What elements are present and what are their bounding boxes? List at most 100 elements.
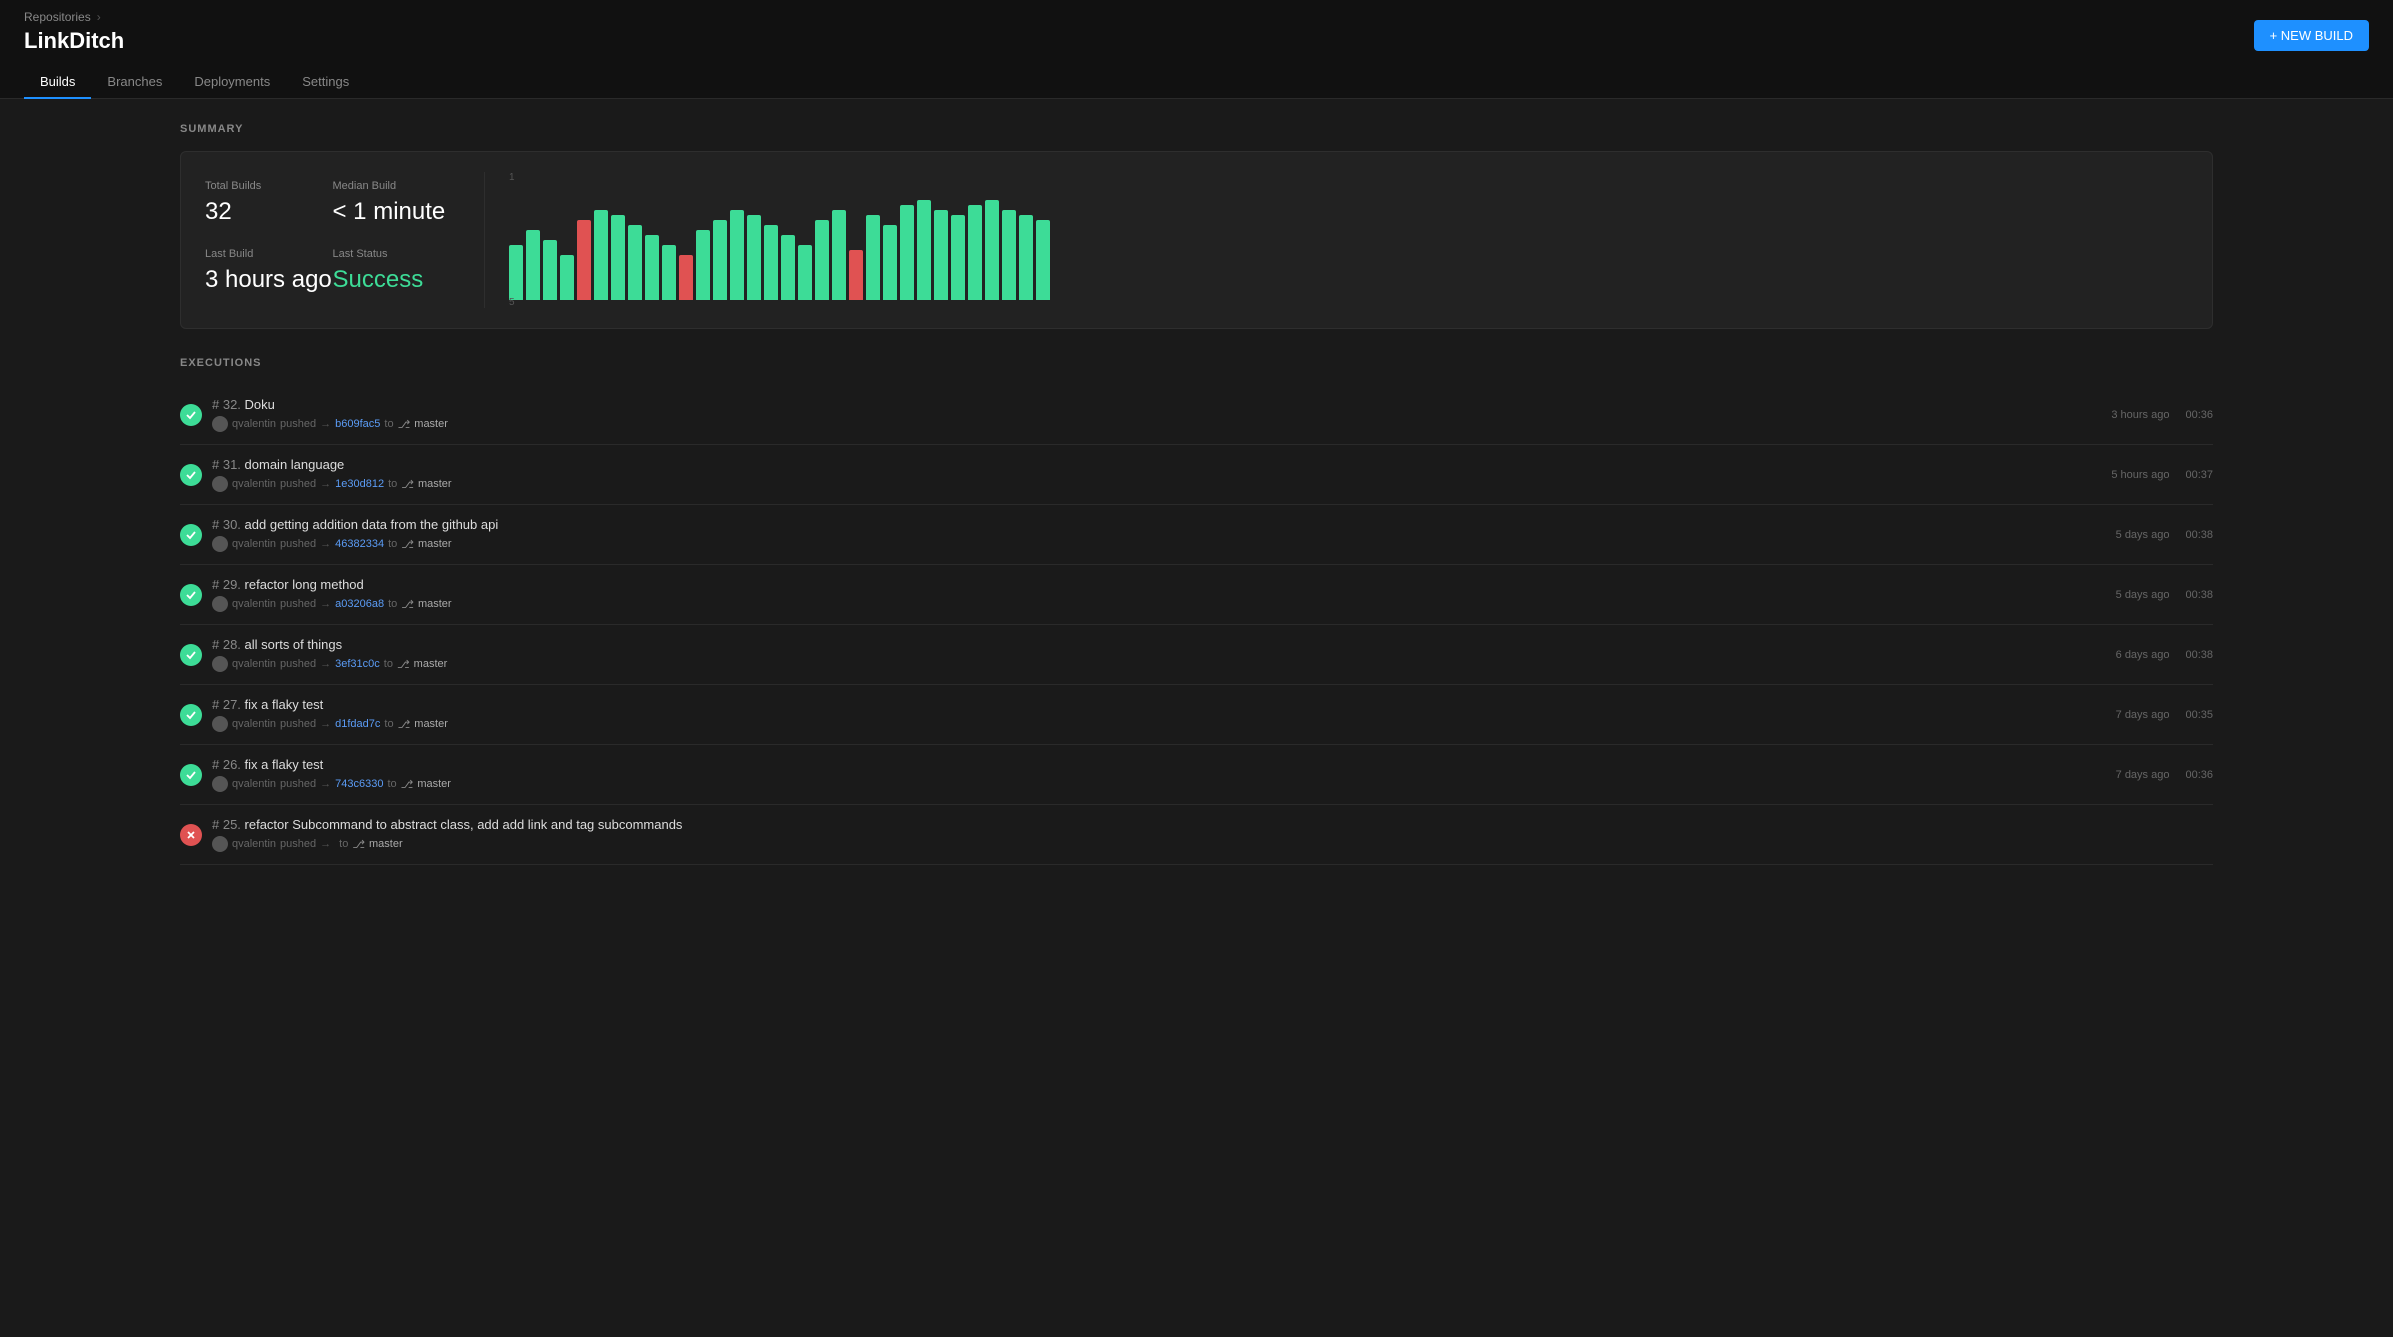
action-label: pushed [280, 778, 316, 790]
branch-icon: ⎇ [401, 478, 414, 491]
relative-time: 5 hours ago [2111, 469, 2169, 481]
action-label: pushed [280, 658, 316, 670]
execution-info: # 25. refactor Subcommand to abstract cl… [212, 817, 2213, 852]
user-name: qvalentin [232, 658, 276, 670]
status-icon-success [180, 464, 202, 486]
chart-bar-28 [985, 180, 999, 300]
execution-item-5[interactable]: # 28. all sorts of things qvalentin push… [180, 625, 2213, 685]
commit-hash: 743c6330 [335, 778, 383, 790]
to-label: to [388, 538, 397, 550]
build-num: # 28. [212, 637, 241, 652]
status-icon-success [180, 644, 202, 666]
median-build-cell: Median Build < 1 minute [333, 172, 461, 240]
relative-time: 7 days ago [2116, 709, 2170, 721]
tab-builds[interactable]: Builds [24, 66, 91, 99]
branch-name: master [414, 418, 448, 430]
arrow-icon: → [320, 838, 331, 850]
summary-stats: Total Builds 32 Median Build < 1 minute … [205, 172, 485, 308]
branch-name: master [418, 478, 452, 490]
tab-branches[interactable]: Branches [91, 66, 178, 99]
branch-icon: ⎇ [398, 418, 411, 431]
execution-info: # 26. fix a flaky test qvalentin pushed … [212, 757, 2116, 792]
chart-bar-1 [526, 180, 540, 300]
status-icon-success [180, 584, 202, 606]
execution-meta: qvalentin pushed → 743c6330 to ⎇ master [212, 776, 2116, 792]
commit-hash: 1e30d812 [335, 478, 384, 490]
execution-title: # 30. add getting addition data from the… [212, 517, 2116, 532]
execution-title: # 31. domain language [212, 457, 2111, 472]
chart-bar-25 [934, 180, 948, 300]
breadcrumb-chevron: › [97, 10, 101, 24]
execution-item-7[interactable]: # 26. fix a flaky test qvalentin pushed … [180, 745, 2213, 805]
chart-bar-18 [815, 180, 829, 300]
execution-info: # 27. fix a flaky test qvalentin pushed … [212, 697, 2116, 732]
build-num: # 31. [212, 457, 241, 472]
chart-axis-top: 1 [509, 172, 515, 183]
duration: 00:36 [2185, 769, 2213, 781]
duration: 00:38 [2185, 649, 2213, 661]
execution-item-1[interactable]: # 32. Doku qvalentin pushed → b609fac5 t… [180, 385, 2213, 445]
user-name: qvalentin [232, 418, 276, 430]
duration: 00:37 [2185, 469, 2213, 481]
status-icon-success [180, 704, 202, 726]
breadcrumb-repositories[interactable]: Repositories [24, 10, 91, 24]
arrow-icon: → [320, 658, 331, 670]
executions-section: EXECUTIONS # 32. Doku qvalentin pushed →… [180, 357, 2213, 865]
user-name: qvalentin [232, 598, 276, 610]
avatar [212, 836, 228, 852]
execution-meta: qvalentin pushed → a03206a8 to ⎇ master [212, 596, 2116, 612]
avatar [212, 596, 228, 612]
status-icon-success [180, 764, 202, 786]
execution-info: # 28. all sorts of things qvalentin push… [212, 637, 2116, 672]
last-status-cell: Last Status Success [333, 240, 461, 308]
branch-icon: ⎇ [352, 838, 365, 851]
main-content: SUMMARY Total Builds 32 Median Build < 1… [0, 99, 2393, 889]
branch-icon: ⎇ [401, 538, 414, 551]
action-label: pushed [280, 538, 316, 550]
execution-title: # 25. refactor Subcommand to abstract cl… [212, 817, 2213, 832]
action-label: pushed [280, 838, 316, 850]
breadcrumb: Repositories › [24, 10, 2369, 24]
build-num: # 30. [212, 517, 241, 532]
execution-item-3[interactable]: # 30. add getting addition data from the… [180, 505, 2213, 565]
execution-item-8[interactable]: # 25. refactor Subcommand to abstract cl… [180, 805, 2213, 865]
commit-hash: 3ef31c0c [335, 658, 380, 670]
chart-bar-21 [866, 180, 880, 300]
chart-bar-30 [1019, 180, 1033, 300]
summary-card: Total Builds 32 Median Build < 1 minute … [180, 151, 2213, 329]
execution-item-2[interactable]: # 31. domain language qvalentin pushed →… [180, 445, 2213, 505]
chart-bar-16 [781, 180, 795, 300]
last-build-value: 3 hours ago [205, 266, 333, 294]
chart-bar-23 [900, 180, 914, 300]
commit-hash: a03206a8 [335, 598, 384, 610]
tab-settings[interactable]: Settings [286, 66, 365, 99]
execution-item-6[interactable]: # 27. fix a flaky test qvalentin pushed … [180, 685, 2213, 745]
new-build-button[interactable]: + NEW BUILD [2254, 20, 2369, 51]
branch-name: master [414, 658, 448, 670]
action-label: pushed [280, 598, 316, 610]
execution-time: 6 days ago00:38 [2116, 649, 2213, 661]
action-label: pushed [280, 478, 316, 490]
execution-item-4[interactable]: # 29. refactor long method qvalentin pus… [180, 565, 2213, 625]
execution-title: # 32. Doku [212, 397, 2111, 412]
to-label: to [388, 478, 397, 490]
chart-bar-5 [594, 180, 608, 300]
header: Repositories › LinkDitch Builds Branches… [0, 0, 2393, 99]
to-label: to [384, 658, 393, 670]
chart-bar-7 [628, 180, 642, 300]
duration: 00:38 [2185, 589, 2213, 601]
branch-icon: ⎇ [401, 778, 414, 791]
execution-time: 5 days ago 00:38 [2116, 589, 2213, 601]
execution-time: 5 days ago00:38 [2116, 529, 2213, 541]
execution-meta: qvalentin pushed → to ⎇ master [212, 836, 2213, 852]
build-num: # 32. [212, 397, 241, 412]
tab-deployments[interactable]: Deployments [178, 66, 286, 99]
execution-info: # 32. Doku qvalentin pushed → b609fac5 t… [212, 397, 2111, 432]
action-label: pushed [280, 718, 316, 730]
last-status-label: Last Status [333, 248, 461, 260]
relative-time: 5 days ago [2116, 529, 2170, 541]
build-num: # 26. [212, 757, 241, 772]
execution-info: # 31. domain language qvalentin pushed →… [212, 457, 2111, 492]
relative-time: 5 days ago [2116, 589, 2170, 601]
chart-bar-20 [849, 180, 863, 300]
